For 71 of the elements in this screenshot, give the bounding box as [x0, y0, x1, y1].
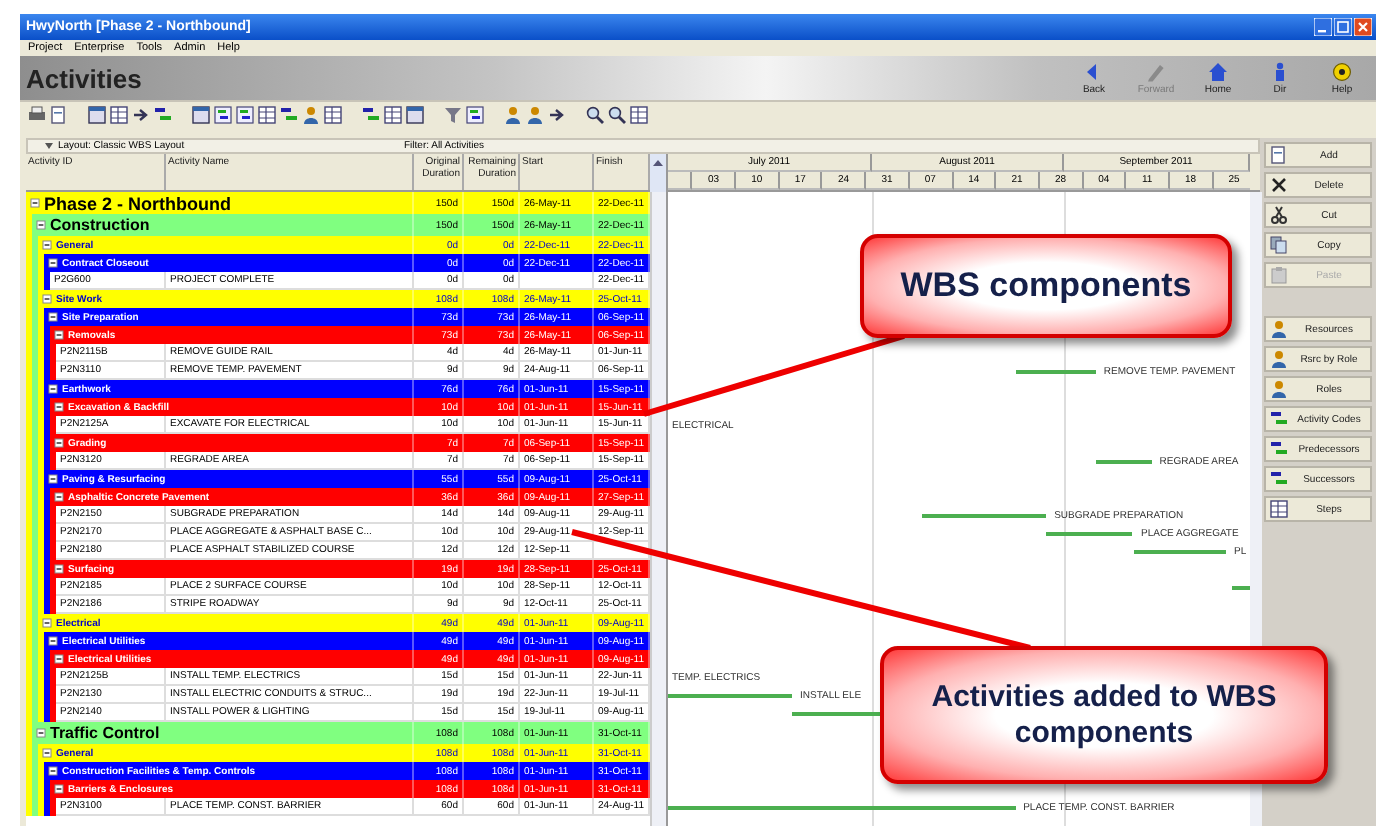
- arrow-icon[interactable]: [548, 105, 566, 123]
- collapse-icon[interactable]: [36, 220, 46, 230]
- person-icon: [1270, 380, 1288, 398]
- collapse-icon[interactable]: [36, 728, 46, 738]
- bars-icon: [1270, 440, 1288, 458]
- table-icon[interactable]: [110, 105, 128, 123]
- collapse-icon[interactable]: [54, 784, 64, 794]
- collapse-icon[interactable]: [48, 384, 58, 394]
- callout: WBS components: [860, 234, 1232, 338]
- chart-icon[interactable]: [466, 105, 484, 123]
- copy-icon: [1270, 236, 1288, 254]
- person-icon: [1270, 320, 1288, 338]
- collapse-icon[interactable]: [54, 330, 64, 340]
- person-icon[interactable]: [526, 105, 544, 123]
- person-icon[interactable]: [302, 105, 320, 123]
- scissors-icon: [1270, 206, 1288, 224]
- wbs-name: Phase 2 - Northbound: [44, 193, 232, 213]
- pencil-icon: [1146, 61, 1166, 81]
- callout: Activities added to WBS components: [880, 646, 1328, 784]
- wbs-name: Construction: [50, 216, 150, 234]
- cross-icon: [1270, 176, 1288, 194]
- window-icon[interactable]: [406, 105, 424, 123]
- table-icon[interactable]: [258, 105, 276, 123]
- collapse-icon[interactable]: [30, 198, 40, 208]
- collapse-icon[interactable]: [42, 240, 52, 250]
- help-icon: [1332, 61, 1352, 81]
- collapse-icon[interactable]: [42, 748, 52, 758]
- collapse-icon[interactable]: [54, 492, 64, 502]
- chart-icon[interactable]: [214, 105, 232, 123]
- person-icon[interactable]: [504, 105, 522, 123]
- bars-icon: [1270, 470, 1288, 488]
- magnifier-icon[interactable]: [586, 105, 604, 123]
- table-icon[interactable]: [324, 105, 342, 123]
- house-icon: [1208, 61, 1228, 81]
- window-icon[interactable]: [88, 105, 106, 123]
- table-icon: [1270, 500, 1288, 518]
- collapse-icon[interactable]: [48, 766, 58, 776]
- chart-icon[interactable]: [236, 105, 254, 123]
- collapse-icon[interactable]: [42, 294, 52, 304]
- person-icon: [1270, 61, 1290, 81]
- table-icon[interactable]: [630, 105, 648, 123]
- bars-icon[interactable]: [280, 105, 298, 123]
- caret-icon[interactable]: [44, 142, 54, 150]
- collapse-icon[interactable]: [54, 564, 64, 574]
- printer-icon[interactable]: [28, 105, 46, 123]
- arrow-icon[interactable]: [132, 105, 150, 123]
- close-icon[interactable]: [1354, 18, 1372, 36]
- maximize-icon[interactable]: [1334, 18, 1352, 36]
- bars-icon[interactable]: [362, 105, 380, 123]
- page-icon[interactable]: [50, 105, 68, 123]
- collapse-icon[interactable]: [48, 474, 58, 484]
- minimize-icon[interactable]: [1314, 18, 1332, 36]
- page-icon: [1270, 146, 1288, 164]
- collapse-icon[interactable]: [48, 636, 58, 646]
- collapse-icon[interactable]: [42, 618, 52, 628]
- clipboard-icon: [1270, 266, 1288, 284]
- bars-icon[interactable]: [154, 105, 172, 123]
- collapse-icon[interactable]: [48, 258, 58, 268]
- wbs-name: Traffic Control: [50, 724, 160, 742]
- bars-icon: [1270, 410, 1288, 428]
- table-icon[interactable]: [384, 105, 402, 123]
- collapse-icon[interactable]: [54, 654, 64, 664]
- collapse-icon[interactable]: [48, 312, 58, 322]
- magnifier-icon[interactable]: [608, 105, 626, 123]
- collapse-icon[interactable]: [54, 402, 64, 412]
- page-title: Activities: [24, 63, 142, 93]
- scrollbar[interactable]: [650, 192, 666, 826]
- person-icon: [1270, 350, 1288, 368]
- collapse-icon[interactable]: [54, 438, 64, 448]
- window-icon[interactable]: [192, 105, 210, 123]
- scroll-up-icon[interactable]: [650, 154, 666, 192]
